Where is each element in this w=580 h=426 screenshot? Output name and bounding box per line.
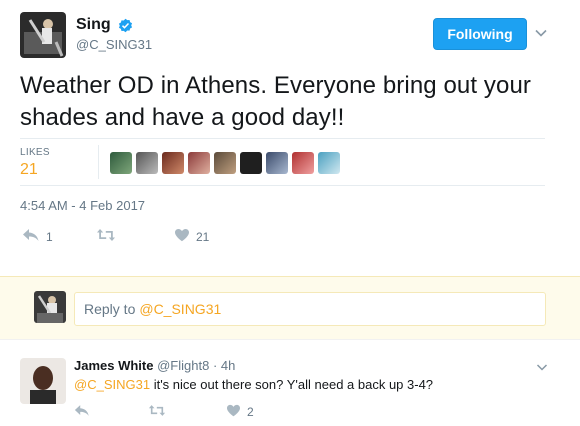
- liker-avatar[interactable]: [136, 152, 158, 174]
- reply-tweet: James White @Flight8 · 4h @C_SING31 it's…: [0, 352, 580, 426]
- reply-input[interactable]: Reply to @C_SING31: [74, 292, 546, 326]
- comment-like-action[interactable]: 2: [226, 404, 254, 420]
- author-handle[interactable]: @C_SING31: [76, 37, 152, 52]
- likes-label: LIKES: [20, 147, 50, 158]
- commenter-name[interactable]: James White: [74, 358, 153, 373]
- heart-icon: [174, 228, 190, 245]
- comment-separator: ·: [212, 358, 221, 373]
- tweet-timestamp[interactable]: 4:54 AM - 4 Feb 2017: [20, 198, 145, 213]
- liker-avatar[interactable]: [266, 152, 288, 174]
- comment-time[interactable]: 4h: [221, 358, 235, 373]
- reply-placeholder-mention: @C_SING31: [139, 301, 222, 317]
- heart-icon: [226, 404, 241, 420]
- like-action[interactable]: 21: [174, 228, 209, 245]
- likes-count[interactable]: 21: [20, 161, 38, 179]
- retweet-action[interactable]: [96, 228, 122, 245]
- chevron-down-icon[interactable]: [534, 26, 548, 40]
- comment-reply-action[interactable]: [74, 404, 90, 420]
- reply-placeholder-prefix: Reply to: [84, 301, 136, 317]
- author-name[interactable]: Sing: [76, 16, 111, 34]
- reply-action[interactable]: 1: [22, 228, 53, 245]
- tweet: Sing @C_SING31 Following Weather OD in A…: [0, 0, 580, 274]
- comment-retweet-action[interactable]: [148, 404, 166, 420]
- comment-body: it's nice out there son? Y'all need a ba…: [153, 377, 434, 392]
- commenter-handle[interactable]: @Flight8: [157, 358, 209, 373]
- liker-avatar[interactable]: [318, 152, 340, 174]
- tweet-stats: LIKES 21: [20, 138, 545, 186]
- retweet-icon: [96, 228, 116, 245]
- reply-count: 1: [46, 229, 53, 244]
- reply-icon: [74, 404, 90, 420]
- commenter-avatar[interactable]: [20, 358, 66, 404]
- liker-avatars: [110, 152, 340, 174]
- liker-avatar[interactable]: [240, 152, 262, 174]
- stats-divider: [98, 145, 99, 179]
- comment-mention[interactable]: @C_SING31: [74, 377, 150, 392]
- author-avatar[interactable]: [20, 12, 66, 58]
- reply-composer: Reply to @C_SING31: [0, 276, 580, 340]
- retweet-icon: [148, 404, 166, 420]
- liker-avatar[interactable]: [292, 152, 314, 174]
- liker-avatar[interactable]: [188, 152, 210, 174]
- like-count: 21: [196, 229, 210, 244]
- tweet-text: Weather OD in Athens. Everyone bring out…: [20, 72, 531, 131]
- liker-avatar[interactable]: [162, 152, 184, 174]
- comment-like-count: 2: [247, 405, 254, 419]
- liker-avatar[interactable]: [214, 152, 236, 174]
- current-user-avatar: [34, 291, 66, 323]
- liker-avatar[interactable]: [110, 152, 132, 174]
- chevron-down-icon[interactable]: [536, 360, 548, 372]
- reply-icon: [22, 228, 40, 245]
- author-block: Sing @C_SING31: [76, 16, 152, 52]
- verified-badge-icon: [118, 18, 133, 33]
- following-button[interactable]: Following: [433, 18, 527, 50]
- comment-text: @C_SING31 it's nice out there son? Y'all…: [74, 377, 433, 392]
- comment-header: James White @Flight8 · 4h: [74, 358, 235, 373]
